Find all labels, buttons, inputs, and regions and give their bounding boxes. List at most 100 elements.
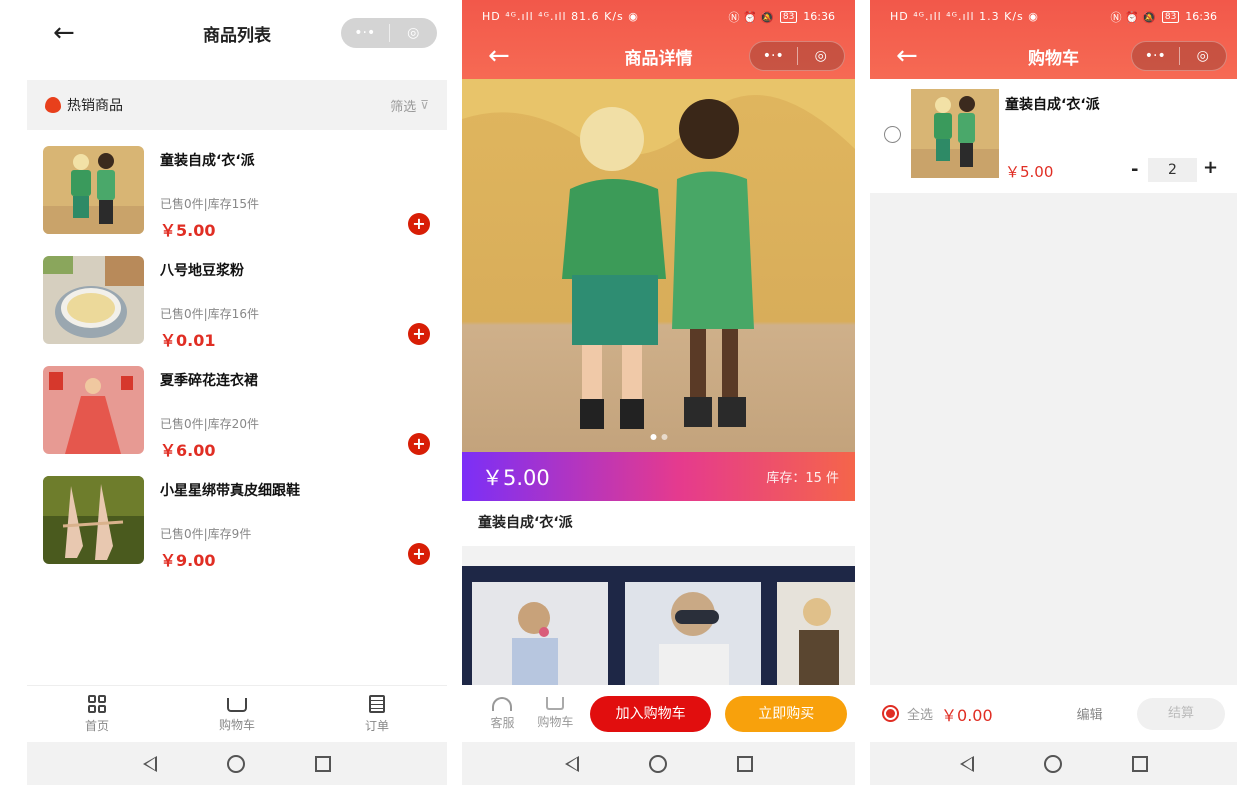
back-arrow-icon[interactable]: ← xyxy=(53,20,75,46)
close-target-icon[interactable]: ◎ xyxy=(390,18,438,48)
customer-service-button[interactable]: 客服 xyxy=(476,696,529,731)
add-to-cart-plus-icon[interactable]: + xyxy=(408,213,430,235)
battery-icon: 83 xyxy=(1161,10,1180,23)
status-right: Ⓝ ⏰ 🔕 83 16:36 xyxy=(1110,9,1217,25)
buy-now-button[interactable]: 立即购买 xyxy=(725,695,847,732)
recents-square-icon[interactable] xyxy=(1131,755,1148,772)
back-triangle-icon[interactable] xyxy=(959,755,974,772)
filter-button[interactable]: 筛选 ⊽ xyxy=(390,96,429,115)
status-left: HD ⁴ᴳ.ıll ⁴ᴳ.ıll 81.6 K/s ◉ xyxy=(482,10,639,23)
back-arrow-icon[interactable]: ← xyxy=(896,43,918,69)
add-to-cart-plus-icon[interactable]: + xyxy=(408,323,430,345)
detail-action-bar: 客服 购物车 加入购物车 立即购买 xyxy=(462,685,855,742)
product-list-screen: ← 商品列表 •·• ◎ 热销商品 筛选 ⊽ 童装自成‘衣‘派 已售0件|库存1… xyxy=(27,0,447,785)
headset-icon xyxy=(492,696,513,711)
cart-label: 购物车 xyxy=(537,715,574,729)
page-title: 商品列表 xyxy=(203,25,271,46)
cart-button[interactable]: 购物车 xyxy=(529,697,582,730)
product-image[interactable] xyxy=(43,256,144,344)
close-target-icon[interactable]: ◎ xyxy=(798,41,845,71)
status-time: 16:36 xyxy=(1185,10,1217,23)
cart-item-image[interactable] xyxy=(911,89,999,178)
product-detail-screen: HD ⁴ᴳ.ıll ⁴ᴳ.ıll 81.6 K/s ◉ Ⓝ ⏰ 🔕 83 16:… xyxy=(462,0,855,785)
nav-bar: ← 购物车 •·• ◎ xyxy=(870,33,1237,79)
increase-qty-button[interactable]: + xyxy=(1203,157,1218,178)
detail-price: ￥5.00 xyxy=(482,465,550,490)
quantity-input[interactable]: 2 xyxy=(1148,158,1197,182)
recents-square-icon[interactable] xyxy=(315,755,331,772)
product-list: 童装自成‘衣‘派 已售0件|库存15件 ￥5.00 + 八号地豆浆粉 已售0件|… xyxy=(27,140,447,580)
product-image-carousel[interactable] xyxy=(462,79,855,452)
cart-icon xyxy=(227,697,247,712)
select-all-radio[interactable] xyxy=(882,705,899,722)
product-image[interactable] xyxy=(43,366,144,454)
status-time: 16:36 xyxy=(803,10,835,23)
tab-label: 购物车 xyxy=(218,717,255,732)
decrease-qty-button[interactable]: - xyxy=(1131,159,1138,180)
select-all-label[interactable]: 全选 xyxy=(907,704,933,723)
status-left: HD ⁴ᴳ.ıll ⁴ᴳ.ıll 1.3 K/s ◉ xyxy=(890,10,1039,23)
home-circle-icon[interactable] xyxy=(1043,754,1062,773)
item-select-radio[interactable] xyxy=(884,126,901,143)
product-sales-stock: 已售0件|库存15件 xyxy=(160,197,259,211)
cart-item: 童装自成‘衣‘派 ￥5.00 - 2 + xyxy=(870,79,1237,193)
recents-square-icon[interactable] xyxy=(736,755,753,772)
back-triangle-icon[interactable] xyxy=(564,755,579,772)
product-sales-stock: 已售0件|库存20件 xyxy=(160,417,259,431)
home-circle-icon[interactable] xyxy=(227,754,245,773)
home-circle-icon[interactable] xyxy=(648,754,667,773)
cart-item-name: 童装自成‘衣‘派 xyxy=(1005,97,1100,113)
back-triangle-icon[interactable] xyxy=(143,755,157,772)
order-icon xyxy=(369,694,385,713)
bottom-tab-bar: 首页 购物车 订单 xyxy=(27,685,447,742)
nfc-alarm-icons: Ⓝ ⏰ 🔕 xyxy=(728,10,774,24)
cart-icon xyxy=(546,697,565,710)
product-price: ￥0.01 xyxy=(160,331,216,350)
list-item[interactable]: 八号地豆浆粉 已售0件|库存16件 ￥0.01 + xyxy=(27,250,447,360)
list-item[interactable]: 夏季碎花连衣裙 已售0件|库存20件 ￥6.00 + xyxy=(27,360,447,470)
list-item[interactable]: 小星星绑带真皮细跟鞋 已售0件|库存9件 ￥9.00 + xyxy=(27,470,447,580)
description-photo xyxy=(625,582,761,685)
cart-empty-area xyxy=(870,193,1237,685)
mini-program-capsule: •·• ◎ xyxy=(341,18,437,48)
mini-program-capsule: •·• ◎ xyxy=(1131,41,1227,71)
close-target-icon[interactable]: ◎ xyxy=(1180,41,1227,71)
cart-total: ￥0.00 xyxy=(941,705,993,725)
detail-header: HD ⁴ᴳ.ıll ⁴ᴳ.ıll 81.6 K/s ◉ Ⓝ ⏰ 🔕 83 16:… xyxy=(462,0,855,79)
product-name: 童装自成‘衣‘派 xyxy=(160,153,255,169)
carousel-dots xyxy=(650,434,667,440)
android-nav-bar xyxy=(870,742,1237,785)
tab-orders[interactable]: 订单 xyxy=(307,686,447,742)
page-title: 商品详情 xyxy=(624,48,693,69)
hot-products-bar: 热销商品 筛选 ⊽ xyxy=(27,80,447,130)
shopping-cart-screen: HD ⁴ᴳ.ıll ⁴ᴳ.ıll 1.3 K/s ◉ Ⓝ ⏰ 🔕 83 16:3… xyxy=(870,0,1237,785)
edit-button[interactable]: 编辑 xyxy=(1077,704,1103,723)
product-price: ￥9.00 xyxy=(160,551,216,570)
add-to-cart-button[interactable]: 加入购物车 xyxy=(589,695,712,732)
funnel-icon: ⊽ xyxy=(420,98,429,112)
product-sales-stock: 已售0件|库存16件 xyxy=(160,307,259,321)
hot-products-heading: 热销商品 xyxy=(45,95,123,115)
more-dots-icon[interactable]: •·• xyxy=(1132,41,1179,71)
nav-bar: ← 商品详情 •·• ◎ xyxy=(462,33,855,79)
hot-label: 热销商品 xyxy=(67,98,123,114)
nfc-alarm-icons: Ⓝ ⏰ 🔕 xyxy=(1110,10,1156,24)
cart-header: HD ⁴ᴳ.ıll ⁴ᴳ.ıll 1.3 K/s ◉ Ⓝ ⏰ 🔕 83 16:3… xyxy=(870,0,1237,79)
tab-label: 订单 xyxy=(364,718,389,733)
list-item[interactable]: 童装自成‘衣‘派 已售0件|库存15件 ￥5.00 + xyxy=(27,140,447,250)
product-image[interactable] xyxy=(43,146,144,234)
add-to-cart-plus-icon[interactable]: + xyxy=(408,433,430,455)
status-bar: HD ⁴ᴳ.ıll ⁴ᴳ.ıll 81.6 K/s ◉ Ⓝ ⏰ 🔕 83 16:… xyxy=(462,0,855,33)
tab-home[interactable]: 首页 xyxy=(27,686,167,742)
more-dots-icon[interactable]: •·• xyxy=(750,41,797,71)
add-to-cart-plus-icon[interactable]: + xyxy=(408,543,430,565)
product-image[interactable] xyxy=(43,476,144,564)
tab-cart[interactable]: 购物车 xyxy=(167,686,307,742)
product-price: ￥5.00 xyxy=(160,221,216,240)
back-arrow-icon[interactable]: ← xyxy=(488,43,510,69)
section-divider xyxy=(462,546,855,566)
checkout-button[interactable]: 结算 xyxy=(1137,697,1225,730)
more-dots-icon[interactable]: •·• xyxy=(341,18,389,48)
price-bar: ￥5.00 库存：15 件 xyxy=(462,452,855,501)
product-name: 小星星绑带真皮细跟鞋 xyxy=(160,483,300,499)
